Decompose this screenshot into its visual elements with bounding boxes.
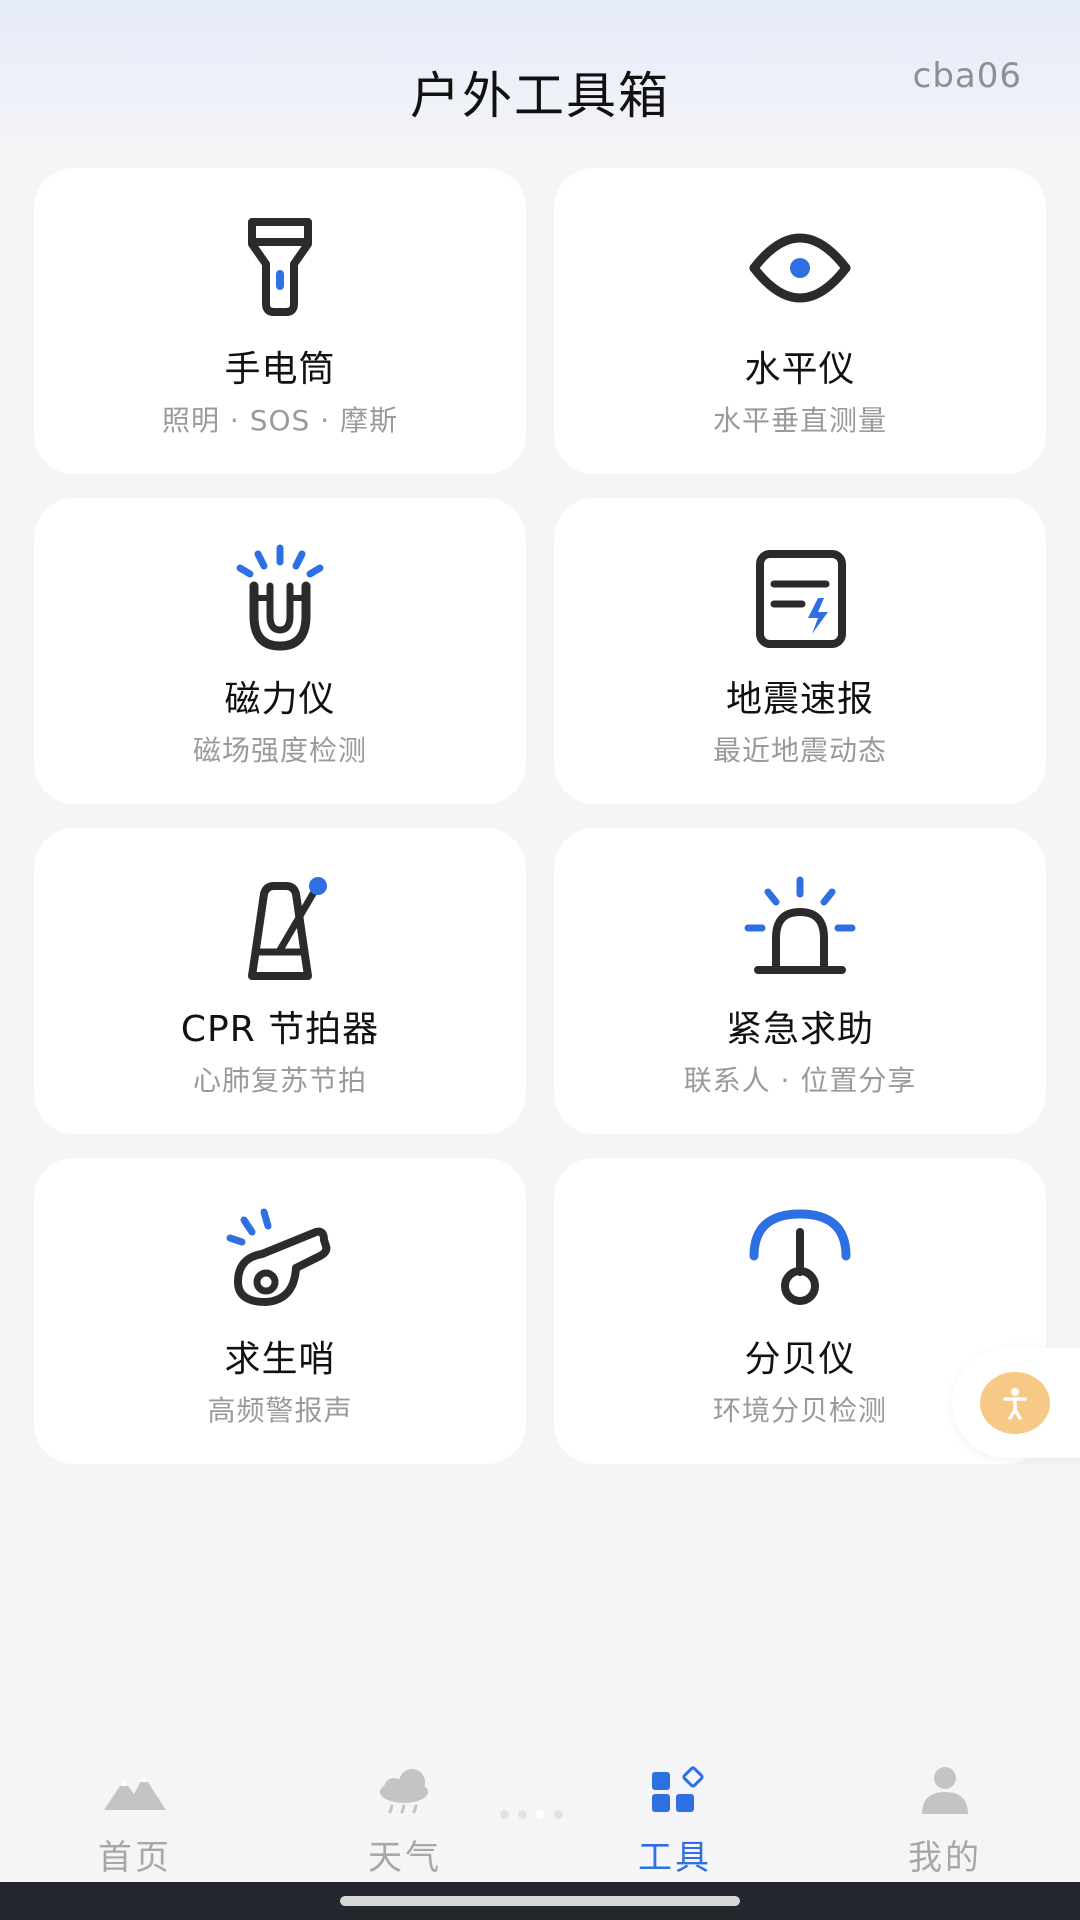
tool-title: CPR 节拍器 bbox=[180, 1009, 380, 1050]
tool-subtitle: 联系人 · 位置分享 bbox=[683, 1064, 917, 1097]
earthquake-report-icon bbox=[744, 542, 856, 654]
tool-card-whistle[interactable]: 求生哨 高频警报声 bbox=[34, 1158, 526, 1464]
tab-profile[interactable]: 我的 bbox=[810, 1740, 1080, 1882]
metronome-icon bbox=[224, 872, 336, 984]
tab-tools[interactable]: 工具 bbox=[540, 1740, 810, 1882]
tool-card-level[interactable]: 水平仪 水平垂直测量 bbox=[554, 168, 1046, 474]
tool-card-earthquake[interactable]: 地震速报 最近地震动态 bbox=[554, 498, 1046, 804]
tool-subtitle: 水平垂直测量 bbox=[712, 404, 887, 437]
tool-subtitle: 磁场强度检测 bbox=[192, 734, 367, 767]
tab-label: 工具 bbox=[638, 1838, 712, 1878]
tab-home[interactable]: 首页 bbox=[0, 1740, 270, 1882]
flashlight-icon bbox=[224, 212, 336, 324]
whistle-icon bbox=[224, 1202, 336, 1314]
magnet-icon bbox=[224, 542, 336, 654]
user-tag: cba06 bbox=[912, 56, 1022, 96]
tool-subtitle: 高频警报声 bbox=[207, 1394, 353, 1427]
tool-title: 磁力仪 bbox=[224, 679, 336, 720]
tab-label: 我的 bbox=[908, 1838, 982, 1878]
mountain-icon bbox=[100, 1764, 170, 1816]
accessibility-icon bbox=[980, 1372, 1050, 1434]
tool-subtitle: 照明 · SOS · 摩斯 bbox=[162, 404, 398, 437]
siren-icon bbox=[744, 872, 856, 984]
person-icon bbox=[910, 1764, 980, 1816]
tool-card-magnetometer[interactable]: 磁力仪 磁场强度检测 bbox=[34, 498, 526, 804]
tool-card-flashlight[interactable]: 手电筒 照明 · SOS · 摩斯 bbox=[34, 168, 526, 474]
tool-title: 求生哨 bbox=[224, 1339, 336, 1380]
tool-subtitle: 心肺复苏节拍 bbox=[192, 1064, 367, 1097]
tools-grid-icon bbox=[640, 1764, 710, 1816]
tab-label: 天气 bbox=[368, 1838, 442, 1878]
system-navigation-bar bbox=[0, 1882, 1080, 1920]
floating-accessibility-button[interactable] bbox=[952, 1348, 1080, 1458]
page-indicator bbox=[500, 1810, 580, 1822]
tool-title: 水平仪 bbox=[744, 349, 856, 390]
tool-title: 地震速报 bbox=[725, 679, 874, 720]
level-icon bbox=[744, 212, 856, 324]
weather-cloud-icon bbox=[370, 1764, 440, 1816]
decibel-meter-icon bbox=[744, 1202, 856, 1314]
tool-title: 紧急求助 bbox=[725, 1009, 874, 1050]
tool-subtitle: 最近地震动态 bbox=[712, 734, 887, 767]
tool-card-emergency[interactable]: 紧急求助 联系人 · 位置分享 bbox=[554, 828, 1046, 1134]
tool-card-cpr-metronome[interactable]: CPR 节拍器 心肺复苏节拍 bbox=[34, 828, 526, 1134]
tool-grid: 手电筒 照明 · SOS · 摩斯 水平仪 水平垂直测量 磁力仪 磁场强度检测 … bbox=[34, 168, 1046, 1464]
header: 户外工具箱 cba06 bbox=[0, 0, 1080, 160]
tab-label: 首页 bbox=[98, 1838, 172, 1878]
tool-title: 手电筒 bbox=[224, 349, 336, 390]
home-indicator[interactable] bbox=[340, 1896, 740, 1906]
